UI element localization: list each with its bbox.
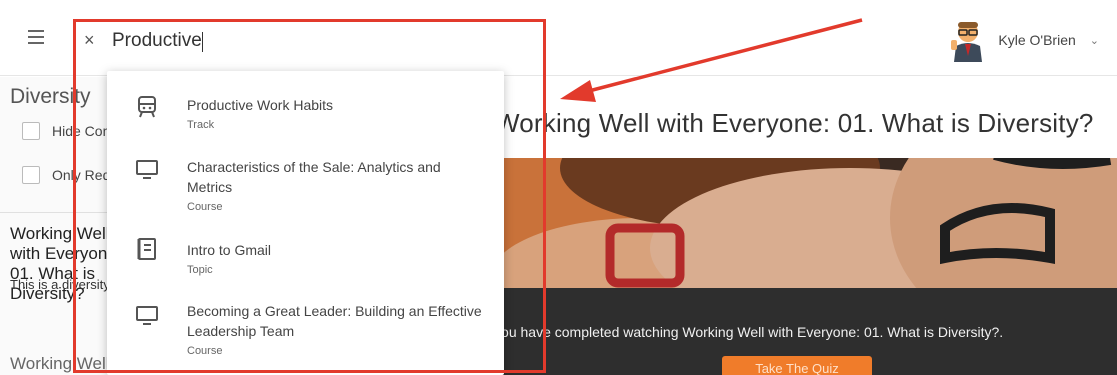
result-title: Productive Work Habits xyxy=(187,97,334,113)
video-player[interactable]: You have completed watching Working Well… xyxy=(490,158,1117,375)
take-quiz-button[interactable]: Take The Quiz xyxy=(722,356,872,375)
chevron-down-icon: ⌄ xyxy=(1089,34,1099,47)
clear-search-icon[interactable]: × xyxy=(84,28,95,52)
video-thumbnail xyxy=(490,158,1117,288)
result-title: Becoming a Great Leader: Building an Eff… xyxy=(187,303,482,339)
search-input[interactable] xyxy=(112,26,512,56)
monitor-icon xyxy=(136,160,158,179)
user-menu[interactable]: Kyle O'Brien ⌄ xyxy=(948,18,1099,62)
search-result-item[interactable]: Intro to Gmail Topic xyxy=(107,236,504,286)
track-icon xyxy=(138,96,156,118)
result-type: Track xyxy=(187,119,215,131)
monitor-icon xyxy=(136,306,158,325)
page-title: Working Well with Everyone: 01. What is … xyxy=(495,108,1094,138)
result-type: Course xyxy=(187,201,223,213)
hamburger-menu-icon[interactable] xyxy=(28,30,44,44)
result-title: Characteristics of the Sale: Analytics a… xyxy=(187,159,441,195)
search-result-item[interactable]: Characteristics of the Sale: Analytics a… xyxy=(107,153,504,221)
avatar xyxy=(948,18,988,62)
search-bar: × xyxy=(80,26,530,56)
text-caret xyxy=(202,32,203,52)
result-type: Topic xyxy=(187,264,213,276)
result-title: Intro to Gmail xyxy=(187,242,272,258)
search-results-dropdown: Productive Work Habits Track Characteris… xyxy=(107,71,504,375)
top-bar: × Kyle O'Brien ⌄ xyxy=(0,0,1117,76)
checkbox[interactable] xyxy=(22,122,40,140)
checkbox[interactable] xyxy=(22,166,40,184)
panel-title: Diversity xyxy=(10,85,91,108)
result-type: Course xyxy=(187,345,223,357)
completion-message: You have completed watching Working Well… xyxy=(493,324,1004,340)
completion-overlay: You have completed watching Working Well… xyxy=(490,288,1117,375)
topic-icon xyxy=(137,238,156,260)
search-result-item[interactable]: Becoming a Great Leader: Building an Eff… xyxy=(107,297,504,367)
search-result-item[interactable]: Productive Work Habits Track xyxy=(107,91,504,151)
user-name: Kyle O'Brien xyxy=(998,32,1076,48)
course-item-title-2[interactable]: Working Well xyxy=(10,354,110,374)
